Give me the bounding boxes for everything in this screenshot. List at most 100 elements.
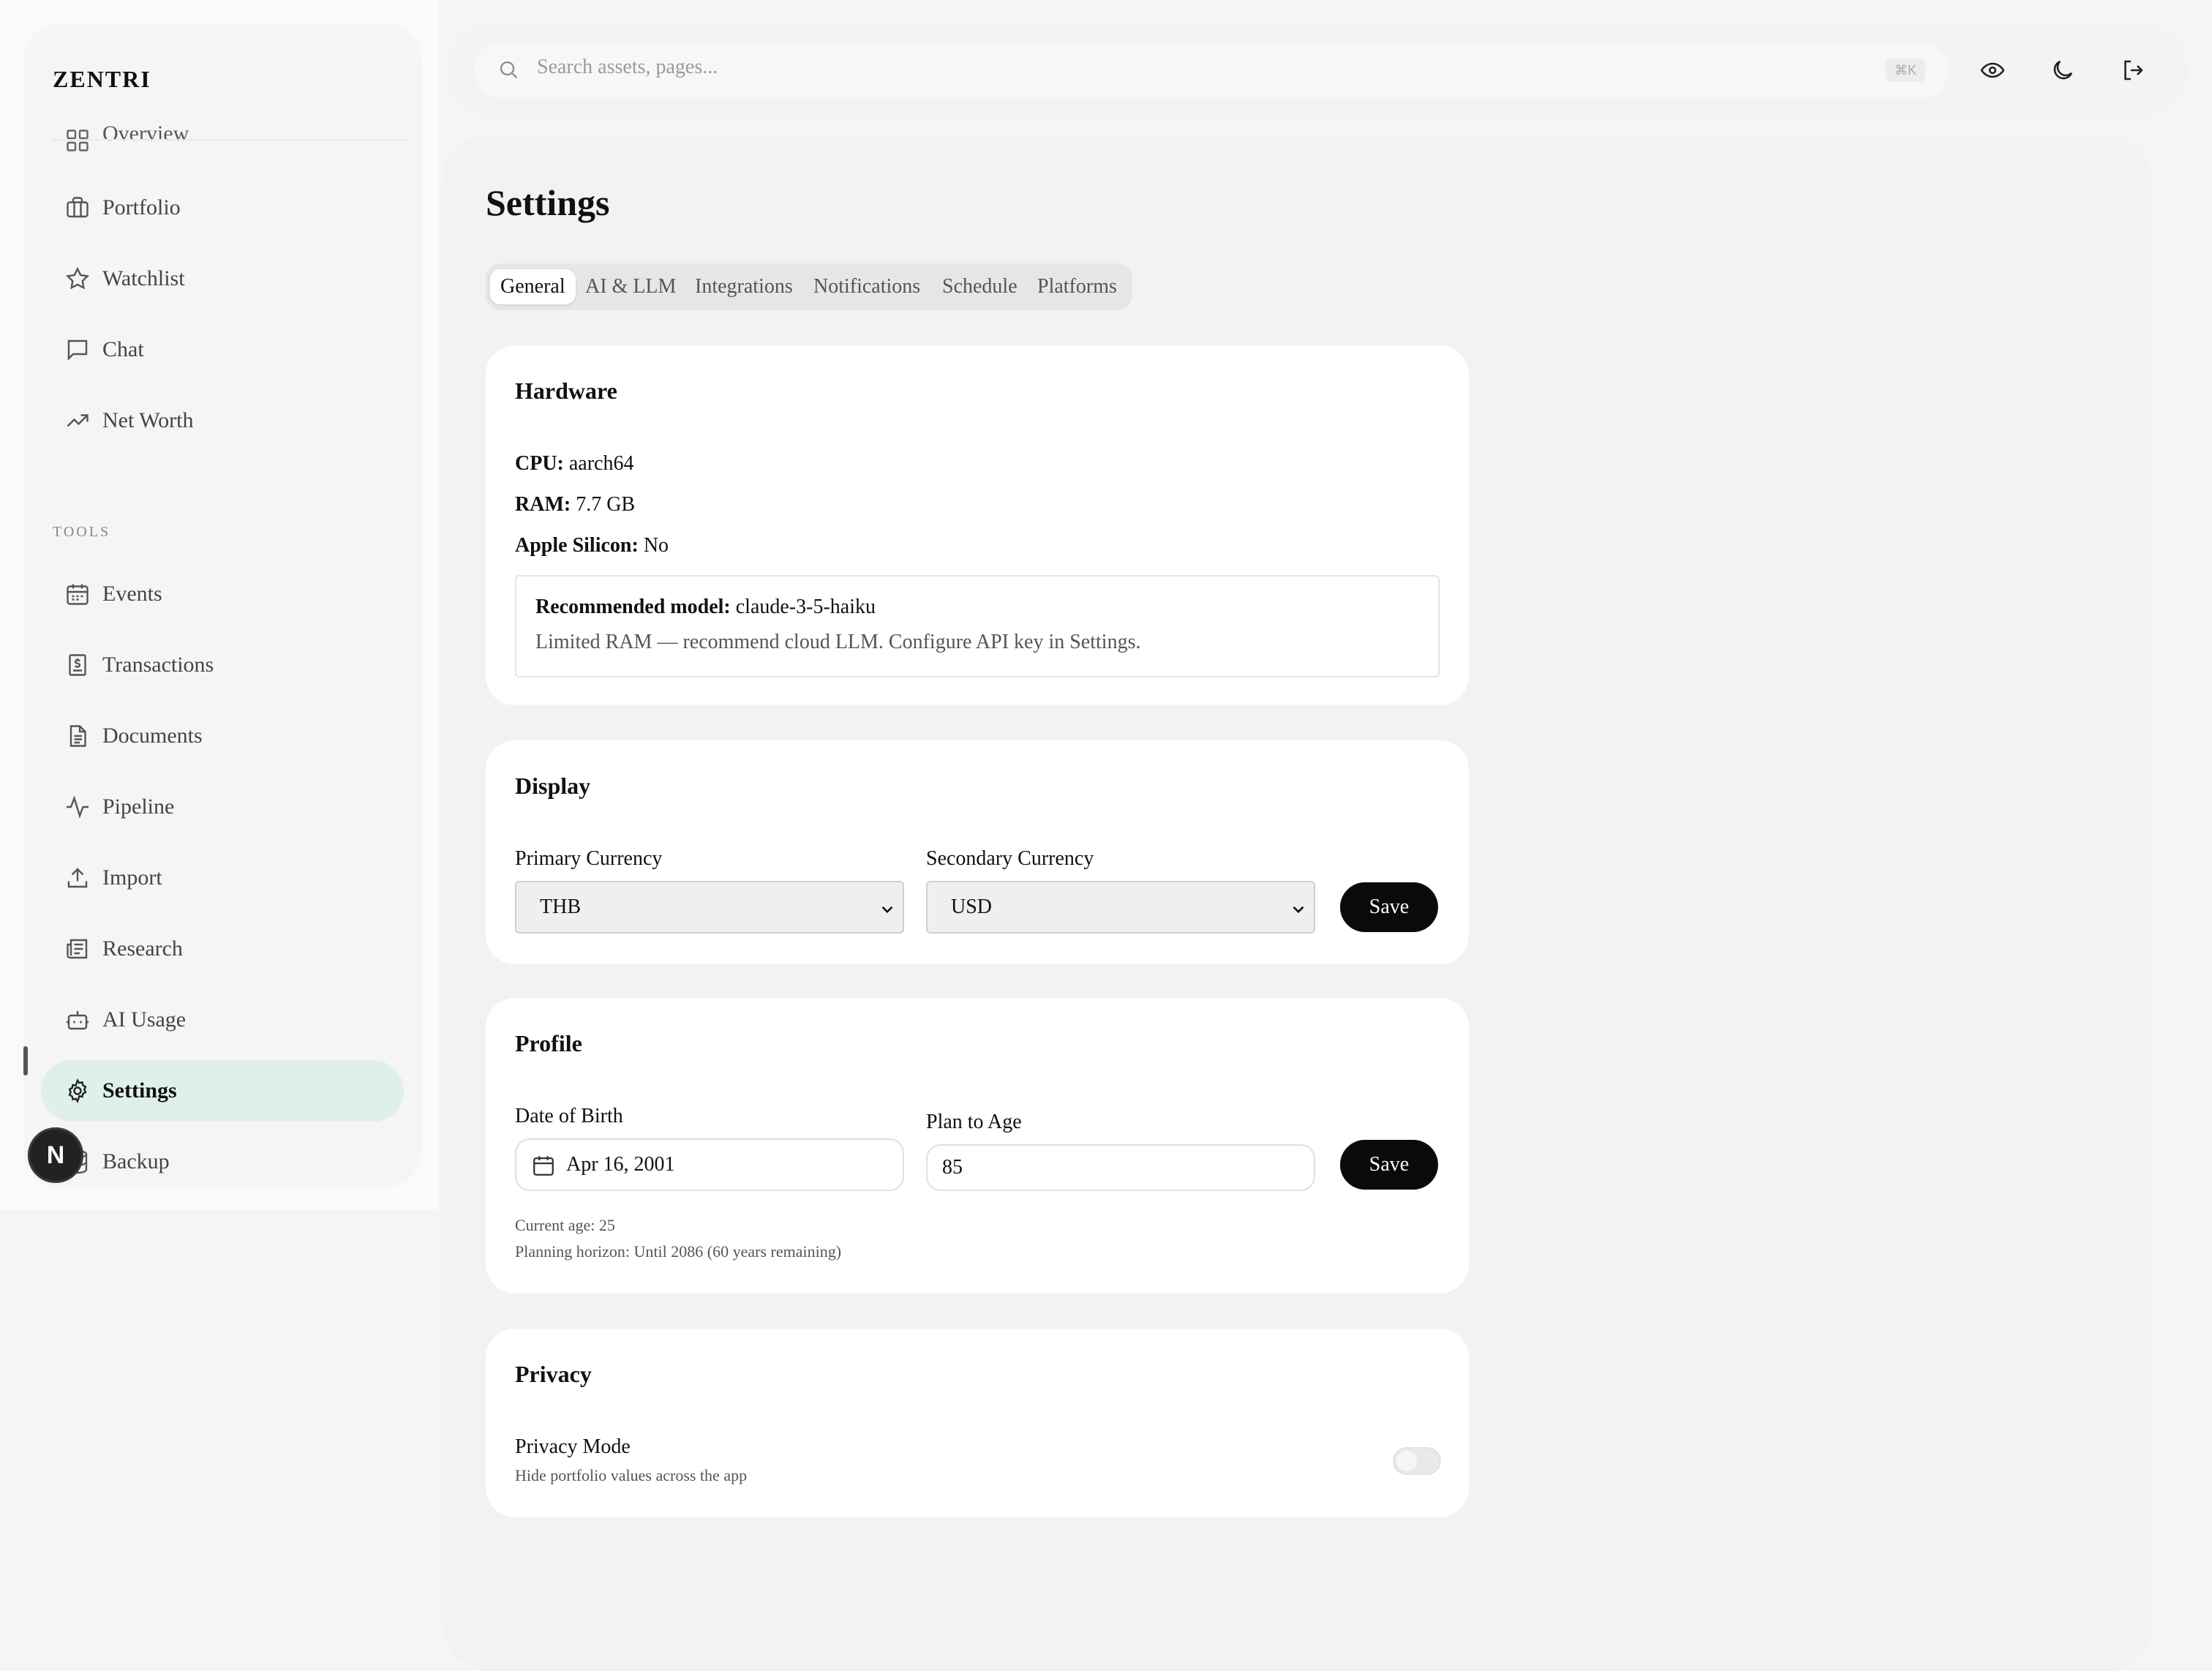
star-icon	[64, 266, 91, 292]
recommended-model-value: claude-3-5-haiku	[735, 596, 876, 618]
newspaper-icon	[64, 936, 91, 962]
sidebar-item-research[interactable]: Research	[41, 918, 404, 980]
grid-icon	[64, 127, 91, 154]
dob-field[interactable]: Apr 16, 2001	[515, 1138, 904, 1191]
search-placeholder: Search assets, pages...	[537, 56, 718, 78]
cpu-label: CPU:	[515, 452, 564, 475]
brand-logo: ZENTRI	[53, 66, 151, 92]
eye-icon[interactable]	[1979, 57, 2006, 83]
tab-notifications[interactable]: Notifications	[803, 269, 930, 304]
sidebar-item-net-worth[interactable]: Net Worth	[41, 390, 404, 451]
sidebar-item-label: Documents	[102, 724, 203, 748]
planning-horizon-text: Planning horizon: Until 2086 (60 years r…	[515, 1242, 842, 1261]
search-input[interactable]: Search assets, pages... ⌘K	[474, 42, 1949, 98]
briefcase-icon	[64, 195, 91, 221]
sidebar: ZENTRI Overview Portfolio Watchlist Chat…	[23, 23, 421, 1187]
primary-currency-label: Primary Currency	[515, 847, 663, 870]
logout-icon[interactable]	[2120, 57, 2146, 83]
profile-card: Profile Date of Birth Apr 16, 2001 Plan …	[486, 998, 1469, 1293]
ram-value: 7.7 GB	[576, 493, 636, 516]
divider	[53, 139, 407, 140]
bot-icon	[64, 1007, 91, 1033]
chevron-down-icon	[1289, 900, 1308, 919]
sidebar-item-label: Pipeline	[102, 795, 175, 819]
privacy-card: Privacy Privacy Mode Hide portfolio valu…	[486, 1329, 1469, 1517]
ram-row: RAM: 7.7 GB	[515, 493, 635, 517]
recommended-model: Recommended model: claude-3-5-haiku	[535, 596, 876, 619]
section-label-tools: TOOLS	[53, 524, 111, 540]
sidebar-item-overview[interactable]: Overview	[41, 120, 404, 161]
secondary-currency-select[interactable]: USD	[926, 881, 1315, 934]
document-icon	[64, 723, 91, 749]
card-title: Privacy	[515, 1361, 592, 1387]
search-shortcut-badge: ⌘K	[1885, 59, 1925, 82]
recommendation-note: Limited RAM — recommend cloud LLM. Confi…	[535, 631, 1141, 653]
settings-tabs: General AI & LLM Integrations Notificati…	[486, 263, 1132, 310]
secondary-currency-label: Secondary Currency	[926, 847, 1094, 870]
sidebar-item-label: Settings	[102, 1078, 177, 1103]
sidebar-item-transactions[interactable]: Transactions	[41, 634, 404, 696]
active-indicator	[23, 1046, 28, 1075]
save-profile-button[interactable]: Save	[1340, 1140, 1438, 1190]
select-value: USD	[951, 895, 993, 918]
tab-platforms[interactable]: Platforms	[1027, 269, 1127, 304]
privacy-mode-description: Hide portfolio values across the app	[515, 1466, 748, 1484]
gear-icon	[64, 1078, 91, 1104]
chat-icon	[64, 337, 91, 363]
current-age-text: Current age: 25	[515, 1216, 615, 1234]
save-display-button[interactable]: Save	[1340, 882, 1438, 932]
ram-label: RAM:	[515, 493, 571, 516]
sidebar-item-documents[interactable]: Documents	[41, 705, 404, 767]
cpu-row: CPU: aarch64	[515, 452, 633, 476]
cpu-value: aarch64	[568, 452, 634, 475]
sidebar-item-label: Portfolio	[102, 195, 181, 219]
sidebar-item-label: Backup	[102, 1149, 170, 1174]
receipt-icon	[64, 652, 91, 678]
tab-general[interactable]: General	[490, 269, 576, 304]
sidebar-item-events[interactable]: Events	[41, 563, 404, 625]
sidebar-item-pipeline[interactable]: Pipeline	[41, 776, 404, 838]
apple-silicon-label: Apple Silicon:	[515, 534, 639, 557]
moon-icon[interactable]	[2050, 57, 2076, 83]
privacy-mode-toggle[interactable]	[1393, 1447, 1441, 1475]
recommendation-box: Recommended model: claude-3-5-haiku Limi…	[515, 575, 1440, 677]
calendar-icon	[531, 1153, 556, 1178]
sidebar-item-watchlist[interactable]: Watchlist	[41, 248, 404, 309]
sidebar-item-settings[interactable]: Settings	[41, 1060, 404, 1122]
sidebar-item-label: AI Usage	[102, 1007, 187, 1032]
plan-to-age-input[interactable]: 85	[926, 1144, 1315, 1191]
select-value: THB	[540, 895, 581, 918]
hardware-card: Hardware CPU: aarch64 RAM: 7.7 GB Apple …	[486, 345, 1469, 705]
tab-integrations[interactable]: Integrations	[685, 269, 803, 304]
sidebar-item-label: Import	[102, 865, 162, 890]
tab-schedule[interactable]: Schedule	[932, 269, 1028, 304]
sidebar-item-chat[interactable]: Chat	[41, 319, 404, 380]
privacy-mode-label: Privacy Mode	[515, 1435, 631, 1458]
sidebar-item-label: Overview	[102, 121, 189, 146]
sidebar-item-label: Net Worth	[102, 408, 194, 432]
card-title: Display	[515, 773, 591, 799]
sidebar-item-backup[interactable]: Backup	[41, 1131, 404, 1187]
avatar[interactable]: N	[28, 1127, 83, 1183]
tab-ai-llm[interactable]: AI & LLM	[575, 269, 686, 304]
card-title: Profile	[515, 1030, 582, 1056]
sidebar-item-label: Transactions	[102, 653, 214, 677]
card-title: Hardware	[515, 378, 617, 404]
sidebar-item-label: Chat	[102, 337, 144, 361]
dob-value: Apr 16, 2001	[566, 1153, 675, 1176]
upload-icon	[64, 865, 91, 891]
trending-up-icon	[64, 408, 91, 434]
plan-to-age-label: Plan to Age	[926, 1111, 1022, 1133]
sidebar-item-import[interactable]: Import	[41, 847, 404, 909]
apple-silicon-row: Apple Silicon: No	[515, 534, 669, 557]
chevron-down-icon	[878, 900, 897, 919]
sidebar-item-portfolio[interactable]: Portfolio	[41, 177, 404, 239]
sidebar-item-label: Events	[102, 582, 162, 606]
dob-label: Date of Birth	[515, 1105, 623, 1127]
plan-to-age-value: 85	[942, 1156, 963, 1179]
activity-icon	[64, 794, 91, 820]
primary-currency-select[interactable]: THB	[515, 881, 904, 934]
page-title: Settings	[486, 182, 610, 223]
sidebar-item-ai-usage[interactable]: AI Usage	[41, 989, 404, 1051]
search-icon	[496, 57, 521, 82]
